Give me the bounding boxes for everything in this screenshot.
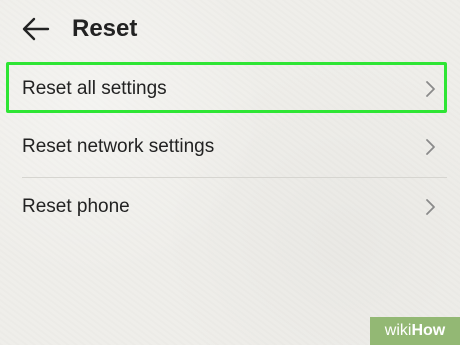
list-item-label: Reset all settings: [22, 78, 167, 99]
back-button[interactable]: [18, 12, 54, 46]
reset-network-settings-item[interactable]: Reset network settings: [0, 118, 460, 176]
chevron-right-icon: [426, 81, 435, 97]
list-item-label: Reset phone: [22, 196, 130, 217]
page-title: Reset: [72, 15, 138, 42]
watermark-wiki: wiki: [384, 322, 412, 339]
chevron-right-icon: [426, 139, 435, 155]
arrow-left-icon: [22, 17, 50, 41]
chevron-right-icon: [426, 199, 435, 215]
app-header: Reset: [0, 0, 460, 58]
reset-all-settings-item[interactable]: Reset all settings: [0, 60, 460, 118]
watermark-how: How: [411, 322, 446, 339]
list-item-label: Reset network settings: [22, 136, 215, 157]
reset-phone-item[interactable]: Reset phone: [0, 178, 460, 236]
wikihow-watermark: wikiHow: [370, 317, 460, 345]
